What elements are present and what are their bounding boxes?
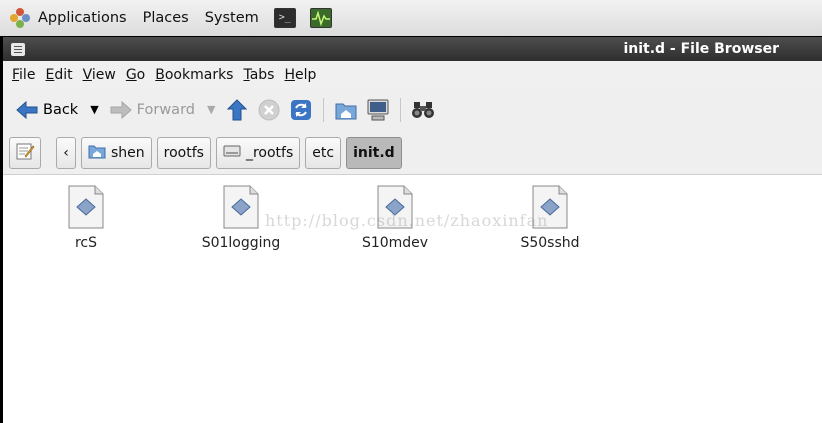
window-title: init.d - File Browser xyxy=(623,41,779,57)
menu-edit[interactable]: Edit xyxy=(40,67,77,83)
reload-button[interactable] xyxy=(285,93,317,127)
chevron-left-icon: ‹ xyxy=(63,144,69,161)
home-folder-icon xyxy=(88,143,106,163)
menu-view[interactable]: View xyxy=(78,67,121,83)
system-monitor-launcher-icon[interactable] xyxy=(309,8,332,28)
stop-icon xyxy=(257,98,281,122)
path-segment-_rootfs[interactable]: _rootfs xyxy=(215,136,301,169)
toolbar-separator xyxy=(323,97,325,122)
back-history-chevron-icon[interactable]: ▼ xyxy=(90,103,98,116)
menu-bar: File Edit View Go Bookmarks Tabs Help xyxy=(3,61,822,88)
forward-label: Forward xyxy=(136,101,195,118)
top-panel: Applications Places System >_ xyxy=(0,0,822,36)
file-name: rcS xyxy=(74,235,98,251)
main-toolbar: Back ▼ Forward ▼ xyxy=(3,88,822,131)
applications-menu[interactable]: Applications xyxy=(0,0,135,36)
path-segment-label: rootfs xyxy=(163,144,204,161)
menu-tabs[interactable]: Tabs xyxy=(238,67,279,83)
forward-arrow-icon xyxy=(109,98,133,122)
file-name: S50sshd xyxy=(520,235,580,251)
path-segment-label: shen xyxy=(111,144,145,161)
terminal-launcher-icon[interactable]: >_ xyxy=(273,8,296,28)
menu-file[interactable]: File xyxy=(7,67,40,83)
file-name: S10mdev xyxy=(361,235,429,251)
home-folder-icon xyxy=(334,98,358,122)
path-segment-label: _rootfs xyxy=(245,144,294,161)
edit-location-icon xyxy=(15,141,35,165)
up-button[interactable] xyxy=(221,93,253,127)
up-arrow-icon xyxy=(225,98,249,122)
stop-button[interactable] xyxy=(253,93,285,127)
path-segment-label: init.d xyxy=(353,144,395,161)
computer-button[interactable] xyxy=(362,93,394,127)
location-bar: ‹ shen rootfs _rootfs etc init.d xyxy=(3,131,822,175)
file-name: S01logging xyxy=(201,235,281,251)
title-bar[interactable]: init.d - File Browser xyxy=(3,37,822,61)
drive-icon xyxy=(223,144,241,162)
menu-go[interactable]: Go xyxy=(121,67,150,83)
menu-help[interactable]: Help xyxy=(279,67,321,83)
forward-history-chevron-icon[interactable]: ▼ xyxy=(207,103,215,116)
script-file-icon xyxy=(67,185,105,233)
watermark: http://blog.csdn.net/zhaoxinfan xyxy=(265,211,549,230)
toggle-location-entry-button[interactable] xyxy=(9,136,41,169)
menu-bookmarks[interactable]: Bookmarks xyxy=(150,67,238,83)
search-button[interactable] xyxy=(407,93,439,127)
binoculars-icon xyxy=(411,98,435,122)
file-view[interactable]: rcS S01logging S10mdev S50sshd http://bl… xyxy=(3,175,822,423)
home-button[interactable] xyxy=(330,93,362,127)
file-item[interactable]: rcS xyxy=(31,185,141,251)
back-button[interactable]: Back xyxy=(11,93,82,127)
places-menu[interactable]: Places xyxy=(135,0,197,36)
script-file-icon xyxy=(222,185,260,233)
path-segment-etc[interactable]: etc xyxy=(305,136,342,169)
path-scroll-left-button[interactable]: ‹ xyxy=(56,136,76,169)
applications-label: Applications xyxy=(38,10,127,26)
reload-icon xyxy=(289,98,313,122)
back-arrow-icon xyxy=(15,98,39,122)
path-segment-rootfs[interactable]: rootfs xyxy=(156,136,211,169)
computer-icon xyxy=(366,98,390,122)
path-segment-init-d[interactable]: init.d xyxy=(346,136,402,169)
gnome-foot-icon xyxy=(10,8,30,28)
back-label: Back xyxy=(43,101,79,118)
toolbar-separator xyxy=(400,97,402,122)
forward-button[interactable]: Forward xyxy=(105,93,199,127)
system-menu[interactable]: System xyxy=(197,0,267,36)
path-segment-shen[interactable]: shen xyxy=(81,136,152,169)
file-browser-window: init.d - File Browser File Edit View Go … xyxy=(3,37,822,423)
window-menu-icon[interactable] xyxy=(11,42,25,56)
path-segment-label: etc xyxy=(312,144,335,161)
